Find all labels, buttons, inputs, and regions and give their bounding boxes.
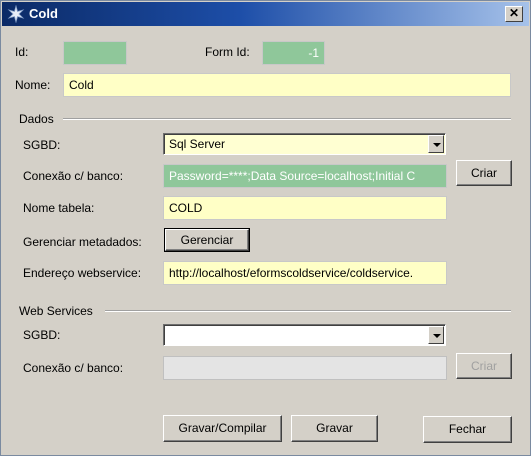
endereco-label: Endereço webservice: bbox=[23, 266, 142, 280]
chevron-down-icon[interactable] bbox=[428, 135, 444, 153]
id-label: Id: bbox=[15, 45, 29, 59]
close-button[interactable]: ✕ bbox=[505, 6, 523, 22]
form-id-field[interactable]: -1 bbox=[262, 41, 325, 65]
web-services-group-divider bbox=[105, 310, 511, 312]
sgbd-selected-value: Sql Server bbox=[169, 137, 226, 151]
endereco-field[interactable]: http://localhost/eformscoldservice/colds… bbox=[163, 261, 447, 285]
nome-field[interactable]: Cold bbox=[63, 73, 511, 97]
gravar-button[interactable]: Gravar bbox=[291, 415, 378, 442]
id-field[interactable] bbox=[63, 41, 127, 65]
sgbd-label: SGBD: bbox=[23, 138, 61, 152]
dialog-window: Cold ✕ Id: Form Id: -1 Nome: Cold Dados … bbox=[0, 0, 531, 456]
app-star-icon bbox=[7, 5, 25, 23]
title-bar[interactable]: Cold ✕ bbox=[2, 2, 529, 26]
window-title: Cold bbox=[29, 6, 58, 21]
gravar-compilar-button[interactable]: Gravar/Compilar bbox=[163, 415, 282, 442]
chevron-down-icon[interactable] bbox=[428, 326, 444, 344]
nome-tabela-field[interactable]: COLD bbox=[163, 196, 447, 220]
nome-label: Nome: bbox=[15, 78, 51, 92]
form-id-label: Form Id: bbox=[205, 45, 250, 59]
ws-sgbd-select[interactable] bbox=[163, 324, 446, 346]
conexao-field[interactable]: Password=****;Data Source=localhost;Init… bbox=[163, 164, 447, 188]
ws-criar-button[interactable]: Criar bbox=[456, 353, 512, 379]
gerenciar-label: Gerenciar metadados: bbox=[23, 235, 142, 249]
criar-button[interactable]: Criar bbox=[456, 160, 512, 186]
sgbd-select[interactable]: Sql Server bbox=[163, 133, 446, 155]
dados-group-title: Dados bbox=[19, 112, 54, 126]
fechar-button[interactable]: Fechar bbox=[423, 416, 512, 443]
ws-conexao-label: Conexão c/ banco: bbox=[23, 361, 124, 375]
conexao-label: Conexão c/ banco: bbox=[23, 169, 124, 183]
gerenciar-button[interactable]: Gerenciar bbox=[164, 228, 250, 252]
nome-tabela-label: Nome tabela: bbox=[23, 201, 95, 215]
ws-sgbd-label: SGBD: bbox=[23, 328, 61, 342]
dados-group-divider bbox=[63, 118, 511, 120]
ws-conexao-field[interactable] bbox=[163, 356, 447, 380]
web-services-group-title: Web Services bbox=[19, 304, 93, 318]
